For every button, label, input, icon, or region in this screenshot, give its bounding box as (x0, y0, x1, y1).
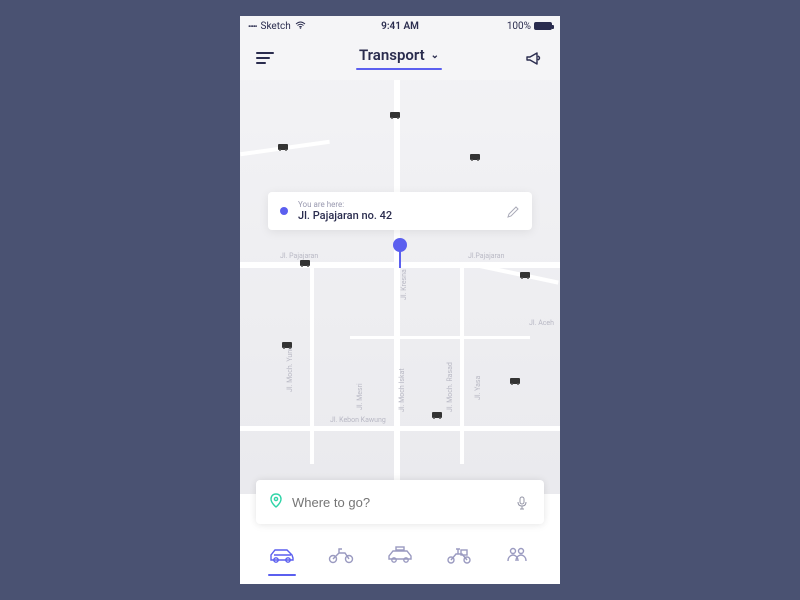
road-label: Jl. Kebon Kawung (330, 416, 386, 424)
road-label: Jl. Kresna (400, 269, 408, 300)
vehicle-taxi[interactable] (378, 540, 422, 570)
road-label: Jl. Moch Iskat (398, 368, 406, 412)
vehicle-marker-icon (520, 272, 530, 278)
vehicle-marker-icon (300, 260, 310, 266)
road-label: Jl. Mesri (356, 383, 364, 410)
vehicle-motorbike[interactable] (319, 540, 363, 570)
app-header: Transport ⌄ (240, 36, 560, 80)
vehicle-car[interactable] (260, 540, 304, 570)
road-label: Jl. Yasa (474, 376, 482, 400)
title-underline (356, 68, 442, 70)
wifi-icon (295, 21, 306, 32)
vehicle-carpool[interactable] (496, 540, 540, 570)
location-dot-icon (280, 207, 288, 215)
road-label: Jl. Aceh (529, 319, 554, 327)
carrier-label: Sketch (261, 21, 291, 32)
destination-search[interactable] (256, 480, 544, 524)
battery-icon (534, 22, 552, 30)
vehicle-marker-icon (432, 412, 442, 418)
road-label: Jl.Pajajaran (468, 252, 504, 260)
location-label: You are here: (298, 200, 496, 209)
vehicle-courier[interactable] (437, 540, 481, 570)
microphone-icon[interactable] (516, 495, 530, 509)
current-location-card[interactable]: You are here: Jl. Pajajaran no. 42 (268, 192, 532, 230)
vehicle-marker-icon (470, 154, 480, 160)
bottom-panel (240, 494, 560, 584)
road-label: Jl. Pajajaran (280, 252, 318, 260)
road-label: Jl. Moch. Rasad (446, 362, 454, 412)
vehicle-type-selector (240, 538, 560, 584)
current-location-pin-icon (393, 238, 407, 252)
header-title-dropdown[interactable]: Transport ⌄ (356, 46, 442, 70)
phone-frame: Sketch 9:41 AM 100% Transport ⌄ (240, 16, 560, 584)
edit-pencil-icon[interactable] (506, 204, 520, 218)
status-bar: Sketch 9:41 AM 100% (240, 16, 560, 36)
signal-dots-icon (248, 21, 257, 32)
destination-pin-icon (270, 493, 282, 512)
chevron-down-icon: ⌄ (431, 50, 439, 61)
destination-input[interactable] (292, 495, 506, 510)
road-label: Jl. Moch. Yunus (286, 342, 294, 392)
vehicle-marker-icon (282, 342, 292, 348)
clock: 9:41 AM (381, 21, 419, 32)
page-title: Transport (359, 46, 425, 64)
vehicle-marker-icon (510, 378, 520, 384)
location-address: Jl. Pajajaran no. 42 (298, 209, 496, 222)
vehicle-marker-icon (390, 112, 400, 118)
announcements-icon[interactable] (524, 48, 544, 68)
menu-icon[interactable] (256, 52, 274, 64)
vehicle-marker-icon (278, 144, 288, 150)
battery-percent: 100% (507, 21, 531, 32)
